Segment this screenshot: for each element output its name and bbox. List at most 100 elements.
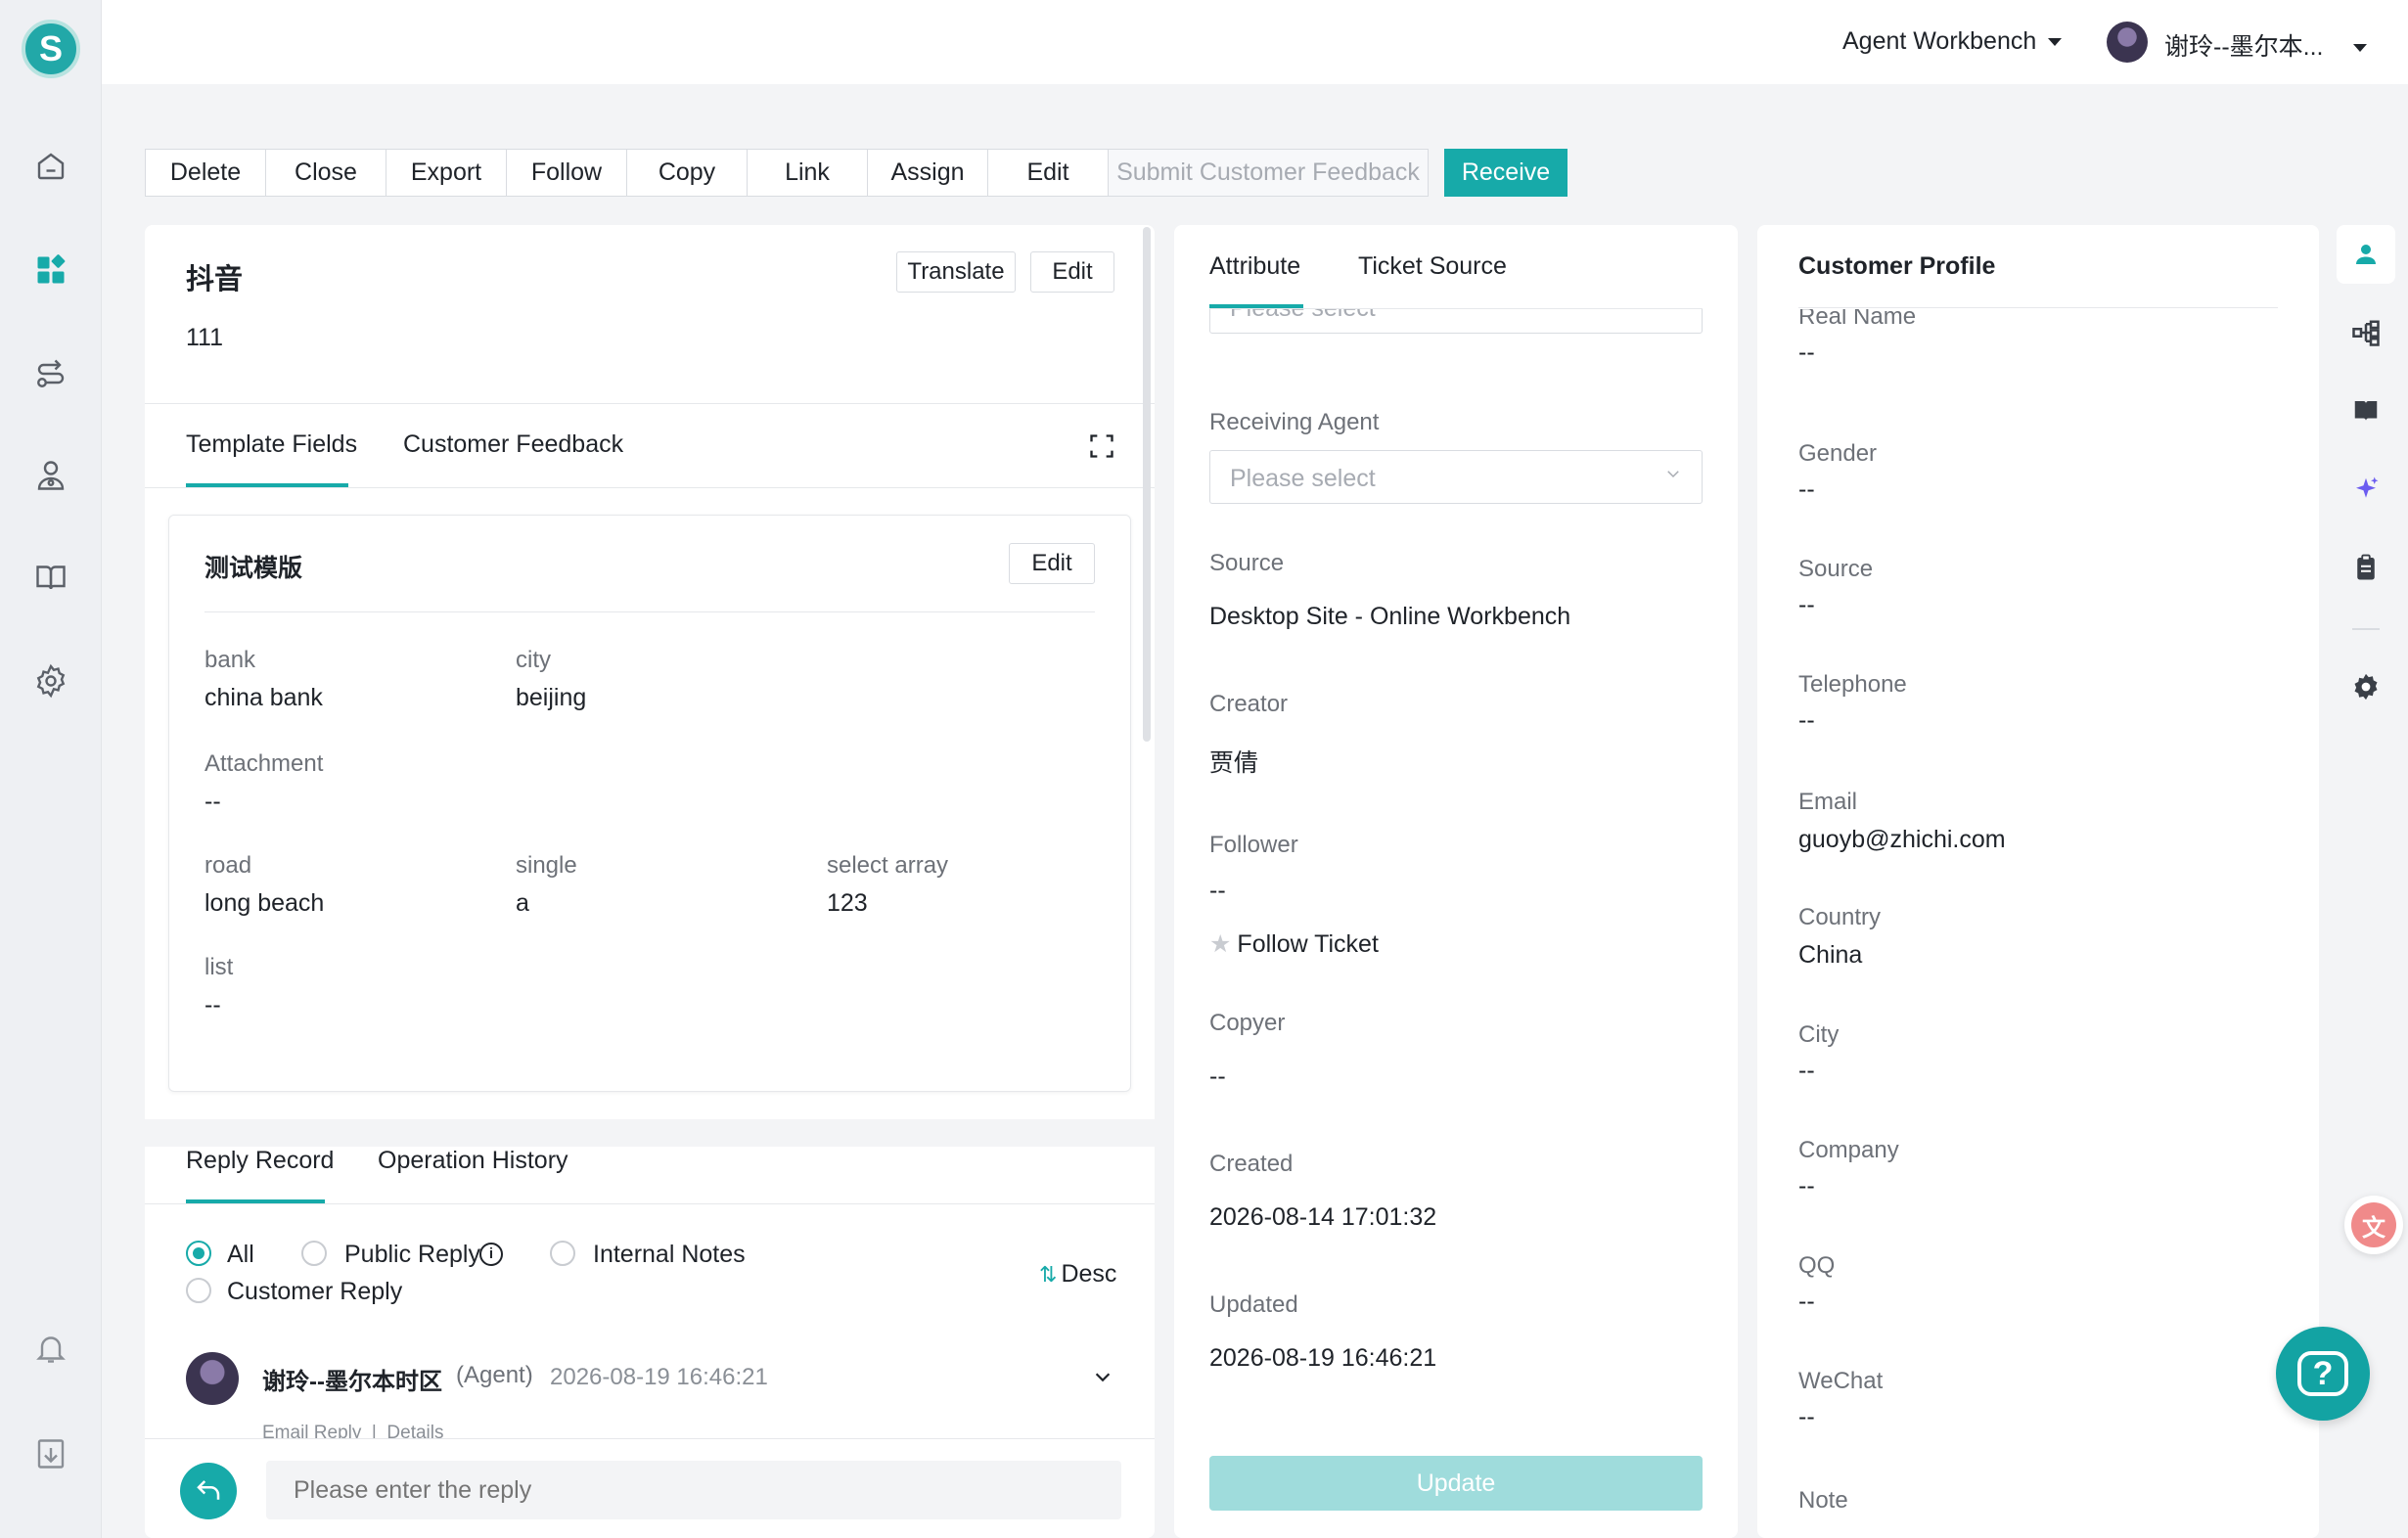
filter-all-label: All — [227, 1241, 254, 1268]
template-card: 测试模版 Edit bank china bank city beijing A… — [168, 515, 1131, 1092]
home-icon[interactable] — [31, 147, 70, 186]
assign-button[interactable]: Assign — [867, 149, 988, 197]
avatar — [186, 1352, 239, 1405]
translate-float-icon[interactable]: 文 — [2344, 1196, 2403, 1254]
left-rail: S — [0, 0, 102, 1538]
ticket-title: 抖音 — [186, 264, 244, 295]
ticket-edit-button[interactable]: Edit — [1030, 251, 1114, 293]
link-button[interactable]: Link — [747, 149, 868, 197]
email-label: Email — [1798, 789, 1858, 815]
record-time: 2026-08-19 16:46:21 — [550, 1364, 768, 1390]
note-label: Note — [1798, 1487, 1848, 1514]
settings-gear-icon[interactable] — [31, 661, 70, 701]
app-logo[interactable]: S — [22, 20, 80, 78]
edit-button[interactable]: Edit — [987, 149, 1109, 197]
email-value: guoyb@zhichi.com — [1798, 826, 2006, 853]
ai-sparkle-icon[interactable] — [2337, 460, 2395, 519]
workspace-switcher[interactable]: Agent Workbench — [1842, 27, 2063, 56]
dashboard-icon[interactable] — [31, 250, 70, 290]
tab-reply-record[interactable]: Reply Record — [186, 1147, 334, 1175]
contacts-icon[interactable] — [31, 456, 70, 495]
avatar[interactable] — [2107, 22, 2148, 63]
follower-label: Follower — [1209, 832, 1298, 858]
created-label: Created — [1209, 1151, 1294, 1177]
ticket-panel: 抖音 Translate Edit 111 Template Fields Cu… — [145, 225, 1155, 1538]
city-label: City — [1798, 1021, 1840, 1048]
divider — [1798, 307, 2278, 308]
delete-button[interactable]: Delete — [145, 149, 266, 197]
tab-attribute[interactable]: Attribute — [1209, 252, 1300, 281]
download-icon[interactable] — [31, 1434, 70, 1473]
creator-value: 贾倩 — [1209, 749, 1259, 777]
field-label: bank — [204, 647, 256, 673]
sort-toggle[interactable]: ⇅ Desc — [1039, 1260, 1116, 1289]
copyer-label: Copyer — [1209, 1010, 1286, 1036]
user-menu[interactable]: 谢玲--墨尔本... — [2164, 27, 2367, 63]
info-icon[interactable]: i — [479, 1243, 503, 1266]
translate-button[interactable]: Translate — [896, 251, 1016, 293]
country-label: Country — [1798, 904, 1882, 930]
field-value: a — [516, 889, 529, 917]
field-label: city — [516, 647, 551, 673]
template-edit-button[interactable]: Edit — [1009, 543, 1095, 584]
company-label: Company — [1798, 1137, 1899, 1163]
help-chat-icon[interactable]: ? — [2276, 1327, 2370, 1421]
follow-ticket-toggle[interactable]: ★ Follow Ticket — [1209, 929, 1379, 959]
country-value: China — [1798, 941, 1863, 969]
top-bar — [102, 0, 2408, 84]
top-select[interactable]: Please select — [1209, 309, 1703, 334]
sort-label: Desc — [1061, 1260, 1117, 1288]
filter-internal-notes-radio[interactable] — [550, 1241, 575, 1266]
ticket-toolbar: Delete Close Export Follow Copy Link Ass… — [145, 149, 1567, 197]
record-agent-name: 谢玲--墨尔本时区 — [262, 1369, 442, 1395]
settings-gear-icon[interactable] — [2337, 657, 2395, 716]
qq-value: -- — [1798, 1288, 1815, 1315]
source-value: -- — [1798, 591, 1815, 618]
filter-all-radio[interactable] — [186, 1241, 211, 1266]
caret-down-icon — [2352, 44, 2367, 53]
reply-icon[interactable] — [180, 1463, 237, 1519]
book-tool-icon[interactable] — [2337, 382, 2395, 440]
follow-button[interactable]: Follow — [506, 149, 627, 197]
receiving-agent-label: Receiving Agent — [1209, 409, 1380, 435]
receiving-agent-select[interactable]: Please select — [1209, 450, 1703, 504]
filter-public-reply-label: Public Reply — [344, 1241, 480, 1268]
workspace-label: Agent Workbench — [1842, 27, 2037, 55]
notification-bell-icon[interactable] — [31, 1329, 70, 1368]
fullscreen-icon[interactable] — [1088, 432, 1115, 460]
field-value: china bank — [204, 684, 323, 711]
knowledge-book-icon[interactable] — [31, 558, 70, 597]
hierarchy-tool-icon[interactable] — [2337, 303, 2395, 362]
customer-profile-panel: Customer Profile Real Name -- Gender -- … — [1757, 225, 2319, 1538]
routing-icon[interactable] — [31, 354, 70, 393]
reply-bar — [145, 1438, 1155, 1538]
select-placeholder: Please select — [1230, 309, 1376, 323]
filter-customer-reply-label: Customer Reply — [227, 1278, 403, 1305]
scrollbar-thumb[interactable] — [1143, 227, 1151, 742]
field-value: beijing — [516, 684, 587, 711]
sort-icon: ⇅ — [1039, 1262, 1058, 1287]
field-label: road — [204, 852, 252, 879]
filter-customer-reply-radio[interactable] — [186, 1278, 211, 1303]
tab-operation-history[interactable]: Operation History — [378, 1147, 568, 1175]
reply-input[interactable] — [266, 1461, 1121, 1519]
submit-feedback-button[interactable]: Submit Customer Feedback — [1108, 149, 1429, 197]
updated-label: Updated — [1209, 1291, 1298, 1318]
tab-ticket-source[interactable]: Ticket Source — [1358, 252, 1507, 281]
tab-template-fields[interactable]: Template Fields — [186, 430, 357, 459]
field-value: -- — [204, 788, 221, 815]
tab-customer-feedback[interactable]: Customer Feedback — [403, 430, 623, 459]
attribute-panel: Attribute Ticket Source Please select Re… — [1174, 225, 1738, 1538]
copy-button[interactable]: Copy — [626, 149, 748, 197]
update-button[interactable]: Update — [1209, 1456, 1703, 1511]
customer-profile-tool-icon[interactable] — [2337, 225, 2395, 284]
receive-button[interactable]: Receive — [1444, 149, 1567, 197]
close-button[interactable]: Close — [265, 149, 386, 197]
divider — [204, 611, 1095, 612]
export-button[interactable]: Export — [386, 149, 507, 197]
filter-public-reply-radio[interactable] — [301, 1241, 327, 1266]
expand-chevron-icon[interactable] — [1092, 1366, 1113, 1387]
clipboard-tool-icon[interactable] — [2337, 538, 2395, 597]
section-gap — [145, 1119, 1155, 1147]
user-name: 谢玲--墨尔本... — [2164, 33, 2324, 61]
